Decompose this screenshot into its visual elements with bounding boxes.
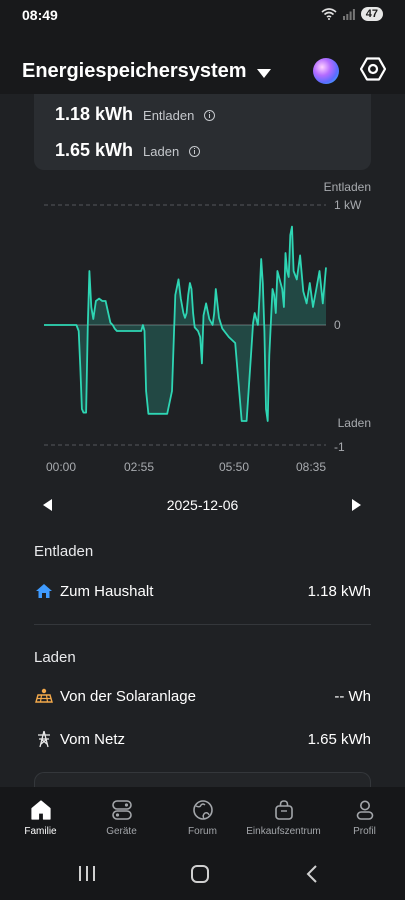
- discharge-summary: 1.18 kWh Entladen: [55, 104, 216, 125]
- bottom-navigation: Familie Geräte Forum Einkaufszentrum Pro…: [0, 787, 405, 847]
- selected-date[interactable]: 2025-12-06: [0, 497, 405, 513]
- list-item-value: -- Wh: [334, 687, 371, 705]
- triangle-right-icon[interactable]: [352, 499, 361, 511]
- chart-bottom-label: Laden: [338, 416, 371, 430]
- list-item-label: Von der Solaranlage: [60, 687, 196, 705]
- person-icon: [354, 798, 376, 822]
- ai-orb-icon[interactable]: [313, 58, 339, 84]
- nav-item-forum[interactable]: Forum: [162, 787, 243, 847]
- page-title[interactable]: Energiespeichersystem: [22, 60, 247, 83]
- list-item-solar[interactable]: Von der Solaranlage -- Wh: [34, 684, 371, 708]
- date-navigator: 2025-12-06: [0, 494, 405, 518]
- app-header: Energiespeichersystem: [0, 32, 405, 94]
- recent-apps-icon[interactable]: [79, 866, 95, 881]
- list-item-value: 1.18 kWh: [307, 582, 371, 600]
- nav-label: Profil: [353, 826, 376, 837]
- house-icon: [34, 581, 54, 601]
- energy-summary-card: 1.18 kWh Entladen 1.65 kWh Laden: [34, 94, 371, 170]
- battery-level: 47: [360, 7, 383, 21]
- shopping-bag-icon: [273, 798, 295, 822]
- info-icon[interactable]: [189, 146, 201, 157]
- charge-summary: 1.65 kWh Laden: [55, 140, 201, 161]
- x-tick-label: 05:50: [219, 460, 249, 474]
- home-icon: [30, 798, 52, 822]
- settings-hex-icon[interactable]: [359, 56, 387, 87]
- power-chart-svg: Entladen Laden 1 kW 0 -1 00:00 02:55 05:…: [44, 180, 371, 474]
- nav-label: Familie: [24, 826, 57, 837]
- list-item-value: 1.65 kWh: [307, 730, 371, 748]
- discharge-summary-label: Entladen: [143, 108, 195, 123]
- discharge-total: 1.18 kWh: [55, 104, 134, 124]
- charge-summary-label: Laden: [143, 144, 180, 159]
- status-time: 08:49: [22, 7, 58, 23]
- power-tower-icon: [34, 729, 54, 749]
- discharge-section-title: Entladen: [34, 543, 94, 560]
- home-button-icon[interactable]: [191, 865, 209, 883]
- list-item-label: Zum Haushalt: [60, 582, 154, 600]
- list-item-label: Vom Netz: [60, 730, 126, 748]
- divider: [34, 624, 371, 625]
- status-bar: 08:49 47: [0, 0, 405, 32]
- caret-down-icon[interactable]: [257, 66, 271, 84]
- y-tick-label: 0: [334, 318, 341, 332]
- x-tick-label: 02:55: [124, 460, 154, 474]
- nav-label: Einkaufszentrum: [246, 826, 321, 837]
- charge-total: 1.65 kWh: [55, 140, 134, 160]
- nav-item-profil[interactable]: Profil: [324, 787, 405, 847]
- devices-icon: [111, 798, 133, 822]
- solar-panel-icon: [34, 686, 54, 706]
- list-item-household[interactable]: Zum Haushalt 1.18 kWh: [34, 579, 371, 603]
- system-navigation: [0, 847, 405, 900]
- nav-label: Geräte: [106, 826, 137, 837]
- y-tick-label: -1: [334, 440, 345, 454]
- globe-icon: [192, 798, 214, 822]
- nav-item-geraete[interactable]: Geräte: [81, 787, 162, 847]
- x-tick-label: 00:00: [46, 460, 76, 474]
- power-chart[interactable]: Entladen Laden 1 kW 0 -1 00:00 02:55 05:…: [0, 172, 405, 482]
- list-item-grid[interactable]: Vom Netz 1.65 kWh: [34, 727, 371, 751]
- back-chevron-icon[interactable]: [306, 865, 318, 888]
- wifi-icon: [321, 8, 337, 20]
- nav-label: Forum: [188, 826, 217, 837]
- nav-item-einkaufszentrum[interactable]: Einkaufszentrum: [243, 787, 324, 847]
- nav-item-familie[interactable]: Familie: [0, 787, 81, 847]
- status-icons: 47: [321, 7, 383, 21]
- info-icon[interactable]: [204, 110, 216, 121]
- chart-top-label: Entladen: [324, 180, 371, 194]
- y-tick-label: 1 kW: [334, 198, 362, 212]
- charge-section-title: Laden: [34, 649, 76, 666]
- x-tick-label: 08:35: [296, 460, 326, 474]
- signal-icon: [342, 8, 355, 20]
